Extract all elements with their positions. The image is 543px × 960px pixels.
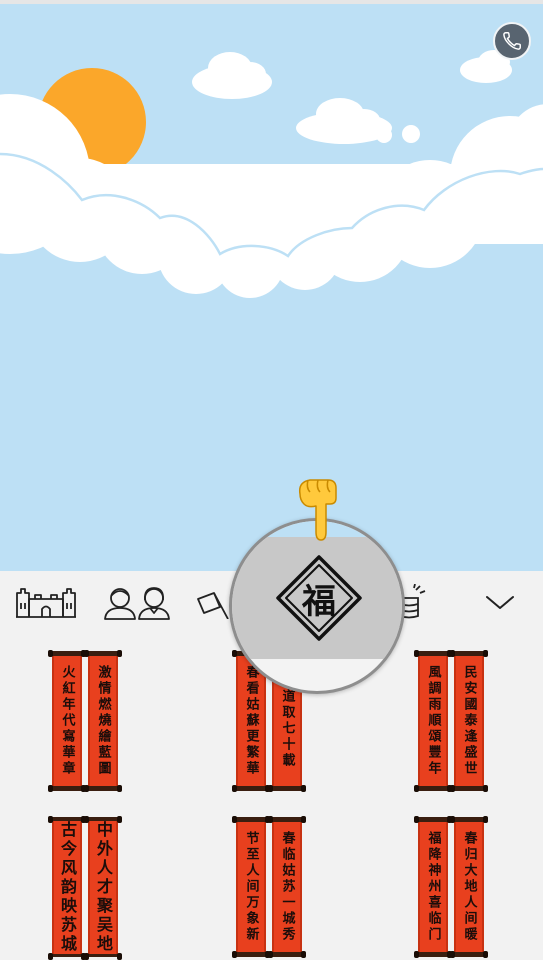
couplet-scroll-left: 火紅年代寫華章 [48, 650, 86, 792]
couplet-card-5[interactable]: 节至人间万象新 春临姑苏一城秀 [232, 816, 306, 958]
couplet-scroll-right: 中外人才聚吴地 [84, 816, 122, 959]
couplet-scroll-right: 春归大地人间暖 [450, 816, 488, 958]
chevron-down-icon [486, 596, 514, 609]
couplet-text: 春临姑苏一城秀 [279, 831, 295, 943]
couple-icon [104, 587, 170, 620]
category-flag-button[interactable] [194, 579, 234, 625]
sky-scene [0, 4, 543, 571]
couplet-text: 民安國泰逢盛世 [461, 665, 477, 777]
couplet-panel: 火紅年代寫華章 激情燃燒繪藍圖 春看姑蘇更繁華 開道取七十載 風調雨順頌豐年 民… [0, 633, 543, 960]
pointing-hand-icon [298, 479, 337, 541]
couplet-text: 火紅年代寫華章 [59, 665, 75, 777]
couplet-scroll-left: 風調雨順頌豐年 [414, 650, 452, 792]
couplet-card-3[interactable]: 風調雨順頌豐年 民安國泰逢盛世 [414, 650, 488, 792]
flag-icon [197, 592, 229, 619]
fu-character: 福 [302, 581, 336, 622]
couplet-text: 中外人才聚吴地 [94, 820, 113, 954]
category-couple-button[interactable] [100, 579, 174, 625]
couplet-scroll-left: 节至人间万象新 [232, 816, 270, 958]
app-root: 火紅年代寫華章 激情燃燒繪藍圖 春看姑蘇更繁華 開道取七十載 風調雨順頌豐年 民… [0, 0, 543, 960]
couplet-scroll-right: 民安國泰逢盛世 [450, 650, 488, 792]
couplet-card-1[interactable]: 火紅年代寫華章 激情燃燒繪藍圖 [48, 650, 122, 792]
couplet-text: 春归大地人间暖 [461, 831, 477, 943]
magnifier-highlight: 福 [229, 518, 405, 694]
phone-icon [503, 32, 521, 50]
castle-icon [16, 588, 76, 618]
couplet-text: 古今风韵映苏城 [58, 820, 77, 954]
sky-illustration [0, 4, 543, 571]
couplet-scroll-right: 激情燃燒繪藍圖 [84, 650, 122, 792]
couplet-text: 激情燃燒繪藍圖 [95, 665, 111, 777]
category-castle-button[interactable] [14, 579, 78, 625]
couplet-scroll-left: 古今风韵映苏城 [48, 816, 86, 959]
couplet-scroll-left: 福降神州喜临门 [414, 816, 452, 958]
category-fu-button[interactable]: 福 [276, 555, 362, 641]
couplet-text: 春看姑蘇更繁華 [243, 665, 259, 777]
couplet-text: 福降神州喜临门 [425, 831, 441, 943]
expand-categories-button[interactable] [476, 579, 524, 625]
couplet-card-4[interactable]: 古今风韵映苏城 中外人才聚吴地 [48, 816, 122, 959]
couplet-scroll-right: 春临姑苏一城秀 [268, 816, 306, 958]
couplet-text: 風調雨順頌豐年 [425, 665, 441, 777]
couplet-card-6[interactable]: 福降神州喜临门 春归大地人间暖 [414, 816, 488, 958]
couplet-text: 节至人间万象新 [243, 831, 259, 943]
phone-call-button[interactable] [493, 22, 531, 60]
